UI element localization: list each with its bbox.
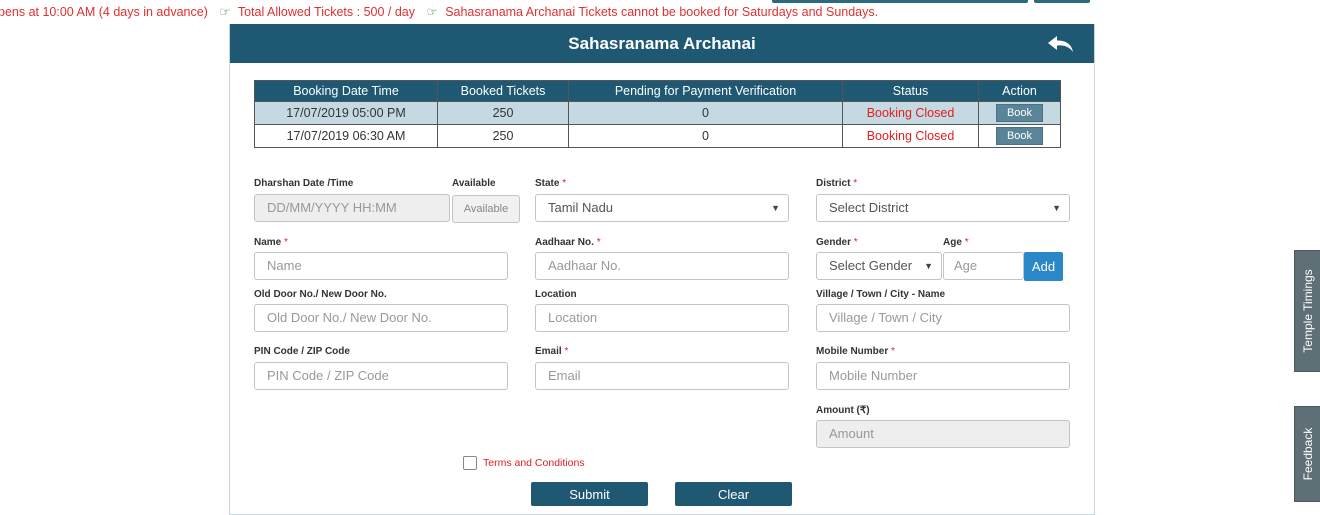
pointing-hand-icon: ☞ bbox=[426, 5, 438, 19]
feedback-tab[interactable]: Feedback bbox=[1294, 406, 1320, 502]
cell-pending: 0 bbox=[568, 101, 843, 125]
location-label: Location bbox=[535, 289, 577, 300]
cell-booked: 250 bbox=[437, 124, 569, 148]
clear-button[interactable]: Clear bbox=[675, 482, 792, 506]
dharshan-label: Dharshan Date /Time bbox=[254, 178, 354, 189]
dharshan-datetime-input[interactable]: DD/MM/YYYY HH:MM bbox=[254, 194, 450, 222]
aadhaar-input[interactable]: Aadhaar No. bbox=[535, 252, 789, 280]
gender-value: Select Gender bbox=[829, 258, 913, 273]
cell-status: Booking Closed bbox=[842, 101, 979, 125]
name-label-text: Name bbox=[254, 237, 282, 248]
back-arrow-icon[interactable] bbox=[1046, 33, 1076, 55]
top-menu-button[interactable] bbox=[1034, 0, 1090, 3]
required-mark: * bbox=[853, 237, 858, 248]
required-mark: * bbox=[891, 346, 895, 357]
age-input[interactable]: Age bbox=[943, 252, 1024, 280]
district-label-text: District bbox=[816, 178, 851, 189]
required-mark: * bbox=[853, 178, 858, 189]
chevron-down-icon: ▼ bbox=[771, 203, 780, 213]
chevron-down-icon: ▼ bbox=[1052, 203, 1061, 213]
state-value: Tamil Nadu bbox=[548, 200, 614, 215]
top-menu-button[interactable] bbox=[772, 0, 1028, 3]
cell-datetime: 17/07/2019 06:30 AM bbox=[254, 124, 438, 148]
col-pending-payment: Pending for Payment Verification bbox=[568, 80, 843, 102]
door-input[interactable]: Old Door No./ New Door No. bbox=[254, 304, 508, 332]
terms-row[interactable]: Terms and Conditions bbox=[463, 456, 585, 470]
notice-marquee: pens at 10:00 AM (4 days in advance) ☞ T… bbox=[0, 0, 1320, 24]
notice-text: pens at 10:00 AM (4 days in advance) ☞ T… bbox=[0, 4, 878, 19]
cell-datetime: 17/07/2019 05:00 PM bbox=[254, 101, 438, 125]
district-label: District * bbox=[816, 178, 857, 189]
amount-label: Amount (₹) bbox=[816, 405, 870, 416]
state-select[interactable]: Tamil Nadu ▼ bbox=[535, 194, 789, 222]
pointing-hand-icon: ☞ bbox=[219, 5, 231, 19]
add-button[interactable]: Add bbox=[1024, 252, 1063, 281]
cell-action: Book bbox=[978, 124, 1061, 148]
col-status: Status bbox=[842, 80, 979, 102]
gender-label: Gender * bbox=[816, 237, 858, 248]
table-row[interactable]: 17/07/2019 05:00 PM 250 0 Booking Closed… bbox=[254, 101, 1061, 125]
gender-select[interactable]: Select Gender ▼ bbox=[816, 252, 942, 280]
required-mark: * bbox=[284, 237, 288, 248]
state-label-text: State bbox=[535, 178, 560, 189]
book-button[interactable]: Book bbox=[995, 127, 1044, 145]
col-action: Action bbox=[978, 80, 1061, 102]
temple-timings-label: Temple Timings bbox=[1301, 269, 1315, 353]
aadhaar-label-text: Aadhaar No. bbox=[535, 237, 594, 248]
state-label: State * bbox=[535, 178, 566, 189]
mobile-label: Mobile Number * bbox=[816, 346, 895, 357]
col-booking-date-time: Booking Date Time bbox=[254, 80, 438, 102]
table-row[interactable]: 17/07/2019 06:30 AM 250 0 Booking Closed… bbox=[254, 124, 1061, 148]
required-mark: * bbox=[562, 178, 567, 189]
cell-pending: 0 bbox=[568, 124, 843, 148]
required-mark: * bbox=[564, 346, 569, 357]
mobile-label-text: Mobile Number bbox=[816, 346, 889, 357]
panel-header: Sahasranama Archanai bbox=[230, 24, 1094, 63]
chevron-down-icon: ▼ bbox=[924, 261, 933, 271]
notice-part-2: Total Allowed Tickets : 500 / day bbox=[237, 5, 415, 19]
district-select[interactable]: Select District ▼ bbox=[816, 194, 1070, 222]
pin-label: PIN Code / ZIP Code bbox=[254, 346, 350, 357]
required-mark: * bbox=[596, 237, 601, 248]
feedback-label: Feedback bbox=[1301, 427, 1315, 481]
pin-input[interactable]: PIN Code / ZIP Code bbox=[254, 362, 508, 390]
aadhaar-label: Aadhaar No. * bbox=[535, 237, 601, 248]
amount-input: Amount bbox=[816, 420, 1070, 448]
gender-label-text: Gender bbox=[816, 237, 852, 248]
cell-booked: 250 bbox=[437, 101, 569, 125]
age-label-text: Age bbox=[943, 237, 962, 248]
location-input[interactable]: Location bbox=[535, 304, 789, 332]
village-input[interactable]: Village / Town / City bbox=[816, 304, 1070, 332]
required-mark: * bbox=[964, 237, 969, 248]
email-label: Email * bbox=[535, 346, 568, 357]
booking-slots-table: Booking Date Time Booked Tickets Pending… bbox=[254, 80, 1061, 148]
temple-timings-tab[interactable]: Temple Timings bbox=[1294, 250, 1320, 372]
terms-link[interactable]: Terms and Conditions bbox=[483, 457, 585, 469]
mobile-input[interactable]: Mobile Number bbox=[816, 362, 1070, 390]
name-input[interactable]: Name bbox=[254, 252, 508, 280]
district-value: Select District bbox=[829, 200, 909, 215]
cell-action: Book bbox=[978, 101, 1061, 125]
table-header-row: Booking Date Time Booked Tickets Pending… bbox=[254, 80, 1061, 102]
submit-button[interactable]: Submit bbox=[531, 482, 648, 506]
notice-part-3: Sahasranama Archanai Tickets cannot be b… bbox=[445, 5, 879, 19]
village-label: Village / Town / City - Name bbox=[816, 289, 946, 300]
col-booked-tickets: Booked Tickets bbox=[437, 80, 569, 102]
notice-part-1: pens at 10:00 AM (4 days in advance) bbox=[0, 5, 208, 19]
email-input[interactable]: Email bbox=[535, 362, 789, 390]
panel-title: Sahasranama Archanai bbox=[568, 34, 756, 53]
age-label: Age * bbox=[943, 237, 969, 248]
terms-checkbox[interactable] bbox=[463, 456, 477, 470]
available-label: Available bbox=[452, 178, 496, 189]
door-label: Old Door No./ New Door No. bbox=[254, 289, 387, 300]
email-label-text: Email bbox=[535, 346, 562, 357]
name-label: Name * bbox=[254, 237, 288, 248]
available-button[interactable]: Available bbox=[452, 195, 520, 223]
book-button[interactable]: Book bbox=[995, 104, 1044, 122]
cell-status: Booking Closed bbox=[842, 124, 979, 148]
